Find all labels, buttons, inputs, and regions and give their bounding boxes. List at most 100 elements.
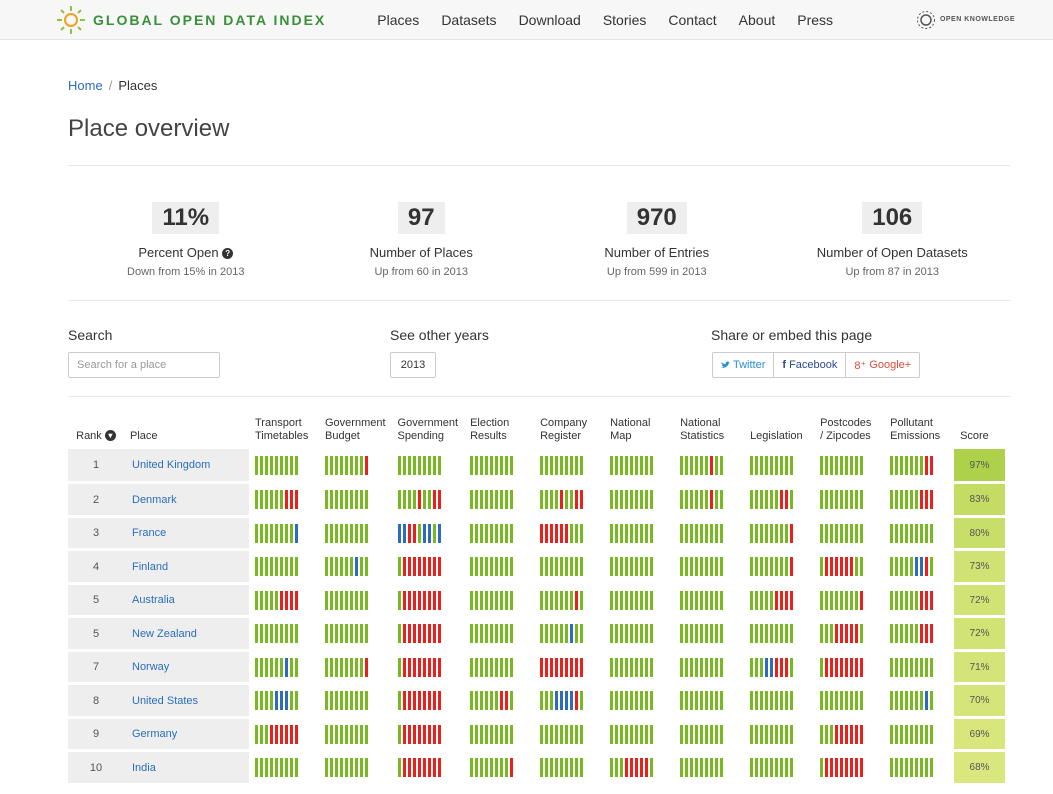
dataset-cell[interactable]: [814, 516, 885, 552]
dataset-cell[interactable]: [674, 616, 745, 652]
dataset-cell[interactable]: [884, 583, 955, 619]
dataset-cell[interactable]: [884, 650, 955, 686]
place-link[interactable]: France: [132, 527, 166, 539]
dataset-cell[interactable]: [814, 583, 885, 619]
dataset-cell[interactable]: [674, 650, 745, 686]
dataset-cell[interactable]: [674, 717, 745, 753]
nav-press[interactable]: Press: [786, 12, 844, 28]
dataset-cell[interactable]: [391, 583, 465, 619]
dataset-cell[interactable]: [464, 482, 535, 518]
table-row[interactable]: 9 Germany 69%: [68, 717, 1006, 753]
place-link[interactable]: Germany: [132, 728, 177, 740]
dataset-cell[interactable]: [249, 717, 319, 753]
dataset-cell[interactable]: [249, 650, 319, 686]
dataset-cell[interactable]: [744, 482, 815, 518]
place-link[interactable]: India: [132, 762, 156, 774]
place-link[interactable]: Denmark: [132, 494, 177, 506]
dataset-cell[interactable]: [319, 683, 392, 719]
dataset-cell[interactable]: [249, 482, 319, 518]
dataset-cell[interactable]: [249, 549, 319, 585]
dataset-cell[interactable]: [814, 650, 885, 686]
dataset-cell[interactable]: [604, 650, 675, 686]
dataset-cell[interactable]: [604, 717, 675, 753]
nav-datasets[interactable]: Datasets: [430, 12, 507, 28]
dataset-cell[interactable]: [674, 750, 745, 786]
dataset-cell[interactable]: [604, 683, 675, 719]
dataset-cell[interactable]: [604, 583, 675, 619]
dataset-cell[interactable]: [391, 683, 465, 719]
dataset-cell[interactable]: [744, 516, 815, 552]
table-row[interactable]: 1 United Kingdom 97%: [68, 449, 1006, 485]
dataset-cell[interactable]: [319, 516, 392, 552]
table-row[interactable]: 5 New Zealand 72%: [68, 616, 1006, 652]
dataset-cell[interactable]: [674, 583, 745, 619]
dataset-cell[interactable]: [391, 717, 465, 753]
dataset-cell[interactable]: [744, 750, 815, 786]
google-plus-button[interactable]: 8⁺ Google+: [846, 352, 921, 378]
dataset-cell[interactable]: [249, 616, 319, 652]
dataset-cell[interactable]: [674, 549, 745, 585]
dataset-cell[interactable]: [391, 750, 465, 786]
dataset-cell[interactable]: [884, 516, 955, 552]
dataset-cell[interactable]: [674, 683, 745, 719]
year-select[interactable]: 2013: [390, 352, 436, 378]
place-link[interactable]: Australia: [132, 594, 175, 606]
dataset-cell[interactable]: [534, 717, 605, 753]
dataset-cell[interactable]: [744, 650, 815, 686]
dataset-cell[interactable]: [319, 482, 392, 518]
table-row[interactable]: 10 India 68%: [68, 750, 1006, 786]
dataset-cell[interactable]: [744, 717, 815, 753]
dataset-cell[interactable]: [814, 683, 885, 719]
dataset-cell[interactable]: [391, 482, 465, 518]
dataset-cell[interactable]: [391, 516, 465, 552]
dataset-cell[interactable]: [319, 549, 392, 585]
table-row[interactable]: 4 Finland 73%: [68, 549, 1006, 585]
dataset-cell[interactable]: [464, 549, 535, 585]
nav-places[interactable]: Places: [366, 12, 430, 28]
dataset-cell[interactable]: [744, 616, 815, 652]
dataset-cell[interactable]: [464, 650, 535, 686]
table-row[interactable]: 8 United States 70%: [68, 683, 1006, 719]
dataset-cell[interactable]: [249, 449, 319, 485]
dataset-cell[interactable]: [674, 449, 745, 485]
dataset-cell[interactable]: [884, 717, 955, 753]
dataset-cell[interactable]: [391, 650, 465, 686]
dataset-cell[interactable]: [604, 549, 675, 585]
question-icon[interactable]: ?: [222, 248, 234, 259]
dataset-cell[interactable]: [534, 549, 605, 585]
open-knowledge-logo[interactable]: OPEN KNOWLEDGE: [916, 10, 1015, 30]
dataset-cell[interactable]: [249, 516, 319, 552]
dataset-cell[interactable]: [744, 683, 815, 719]
dataset-cell[interactable]: [534, 750, 605, 786]
dataset-cell[interactable]: [319, 717, 392, 753]
dataset-cell[interactable]: [604, 482, 675, 518]
rank-header[interactable]: Rank ▾: [68, 417, 124, 449]
dataset-cell[interactable]: [604, 750, 675, 786]
dataset-cell[interactable]: [319, 616, 392, 652]
twitter-button[interactable]: Twitter: [712, 352, 775, 378]
dataset-cell[interactable]: [249, 750, 319, 786]
dataset-cell[interactable]: [249, 583, 319, 619]
nav-download[interactable]: Download: [508, 12, 592, 28]
dataset-cell[interactable]: [391, 616, 465, 652]
dataset-cell[interactable]: [814, 616, 885, 652]
nav-contact[interactable]: Contact: [657, 12, 727, 28]
dataset-cell[interactable]: [814, 449, 885, 485]
dataset-cell[interactable]: [464, 583, 535, 619]
dataset-cell[interactable]: [464, 616, 535, 652]
dataset-cell[interactable]: [464, 516, 535, 552]
dataset-cell[interactable]: [814, 717, 885, 753]
dataset-cell[interactable]: [884, 616, 955, 652]
table-row[interactable]: 2 Denmark 83%: [68, 482, 1006, 518]
dataset-cell[interactable]: [814, 750, 885, 786]
dataset-cell[interactable]: [604, 449, 675, 485]
dataset-cell[interactable]: [464, 683, 535, 719]
place-link[interactable]: New Zealand: [132, 628, 197, 640]
search-input[interactable]: [68, 352, 220, 378]
dataset-cell[interactable]: [674, 516, 745, 552]
dataset-cell[interactable]: [744, 449, 815, 485]
dataset-cell[interactable]: [884, 683, 955, 719]
dataset-cell[interactable]: [744, 549, 815, 585]
dataset-cell[interactable]: [464, 750, 535, 786]
facebook-button[interactable]: f Facebook: [774, 352, 847, 378]
